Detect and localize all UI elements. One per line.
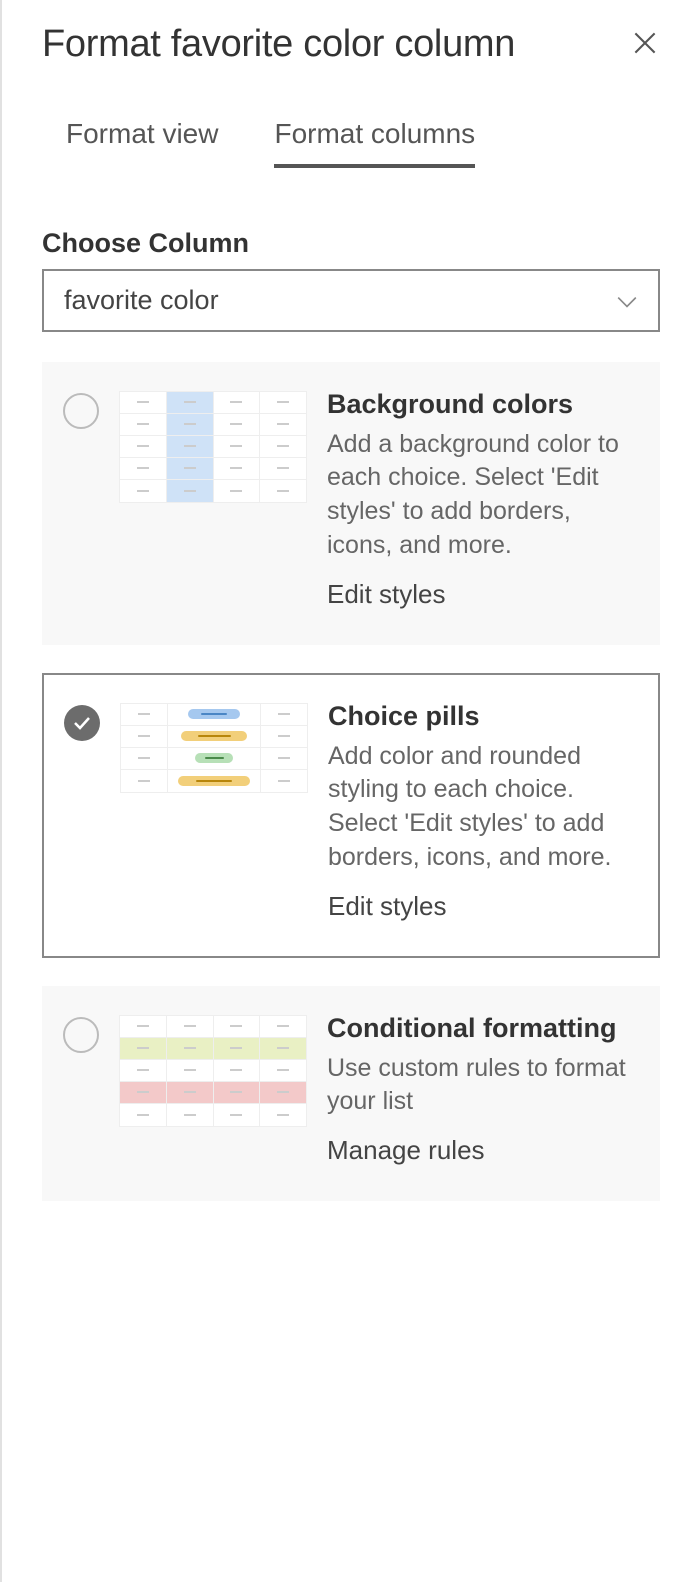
- choose-column-label: Choose Column: [42, 228, 660, 259]
- option-title: Choice pills: [328, 701, 638, 732]
- edit-styles-link[interactable]: Edit styles: [327, 579, 639, 610]
- preview-background-colors: [119, 391, 307, 610]
- close-icon: [634, 32, 656, 54]
- tab-bar: Format view Format columns: [42, 118, 660, 168]
- option-content: Conditional formatting Use custom rules …: [327, 1013, 639, 1167]
- option-title: Background colors: [327, 389, 639, 420]
- checkmark-icon: [73, 716, 91, 730]
- option-description: Use custom rules to format your list: [327, 1052, 639, 1120]
- option-content: Choice pills Add color and rounded styli…: [328, 701, 638, 922]
- radio-background-colors[interactable]: [63, 393, 99, 429]
- format-column-panel: Format favorite color column Format view…: [2, 0, 700, 1269]
- option-description: Add a background color to each choice. S…: [327, 428, 639, 563]
- panel-title: Format favorite color column: [42, 22, 515, 68]
- edit-styles-link[interactable]: Edit styles: [328, 891, 638, 922]
- preview-conditional-formatting: [119, 1015, 307, 1167]
- option-conditional-formatting[interactable]: Conditional formatting Use custom rules …: [42, 986, 660, 1202]
- preview-choice-pills: [120, 703, 308, 922]
- tab-format-view[interactable]: Format view: [66, 118, 218, 168]
- radio-choice-pills[interactable]: [64, 705, 100, 741]
- radio-conditional-formatting[interactable]: [63, 1017, 99, 1053]
- option-content: Background colors Add a background color…: [327, 389, 639, 610]
- column-select-value: favorite color: [64, 285, 219, 316]
- option-title: Conditional formatting: [327, 1013, 639, 1044]
- manage-rules-link[interactable]: Manage rules: [327, 1135, 639, 1166]
- option-choice-pills[interactable]: Choice pills Add color and rounded styli…: [42, 673, 660, 958]
- chevron-down-icon: [616, 285, 638, 316]
- tab-format-columns[interactable]: Format columns: [274, 118, 475, 168]
- column-select[interactable]: favorite color: [42, 269, 660, 332]
- close-button[interactable]: [630, 28, 660, 62]
- option-background-colors[interactable]: Background colors Add a background color…: [42, 362, 660, 645]
- option-description: Add color and rounded styling to each ch…: [328, 740, 638, 875]
- panel-header: Format favorite color column: [42, 22, 660, 68]
